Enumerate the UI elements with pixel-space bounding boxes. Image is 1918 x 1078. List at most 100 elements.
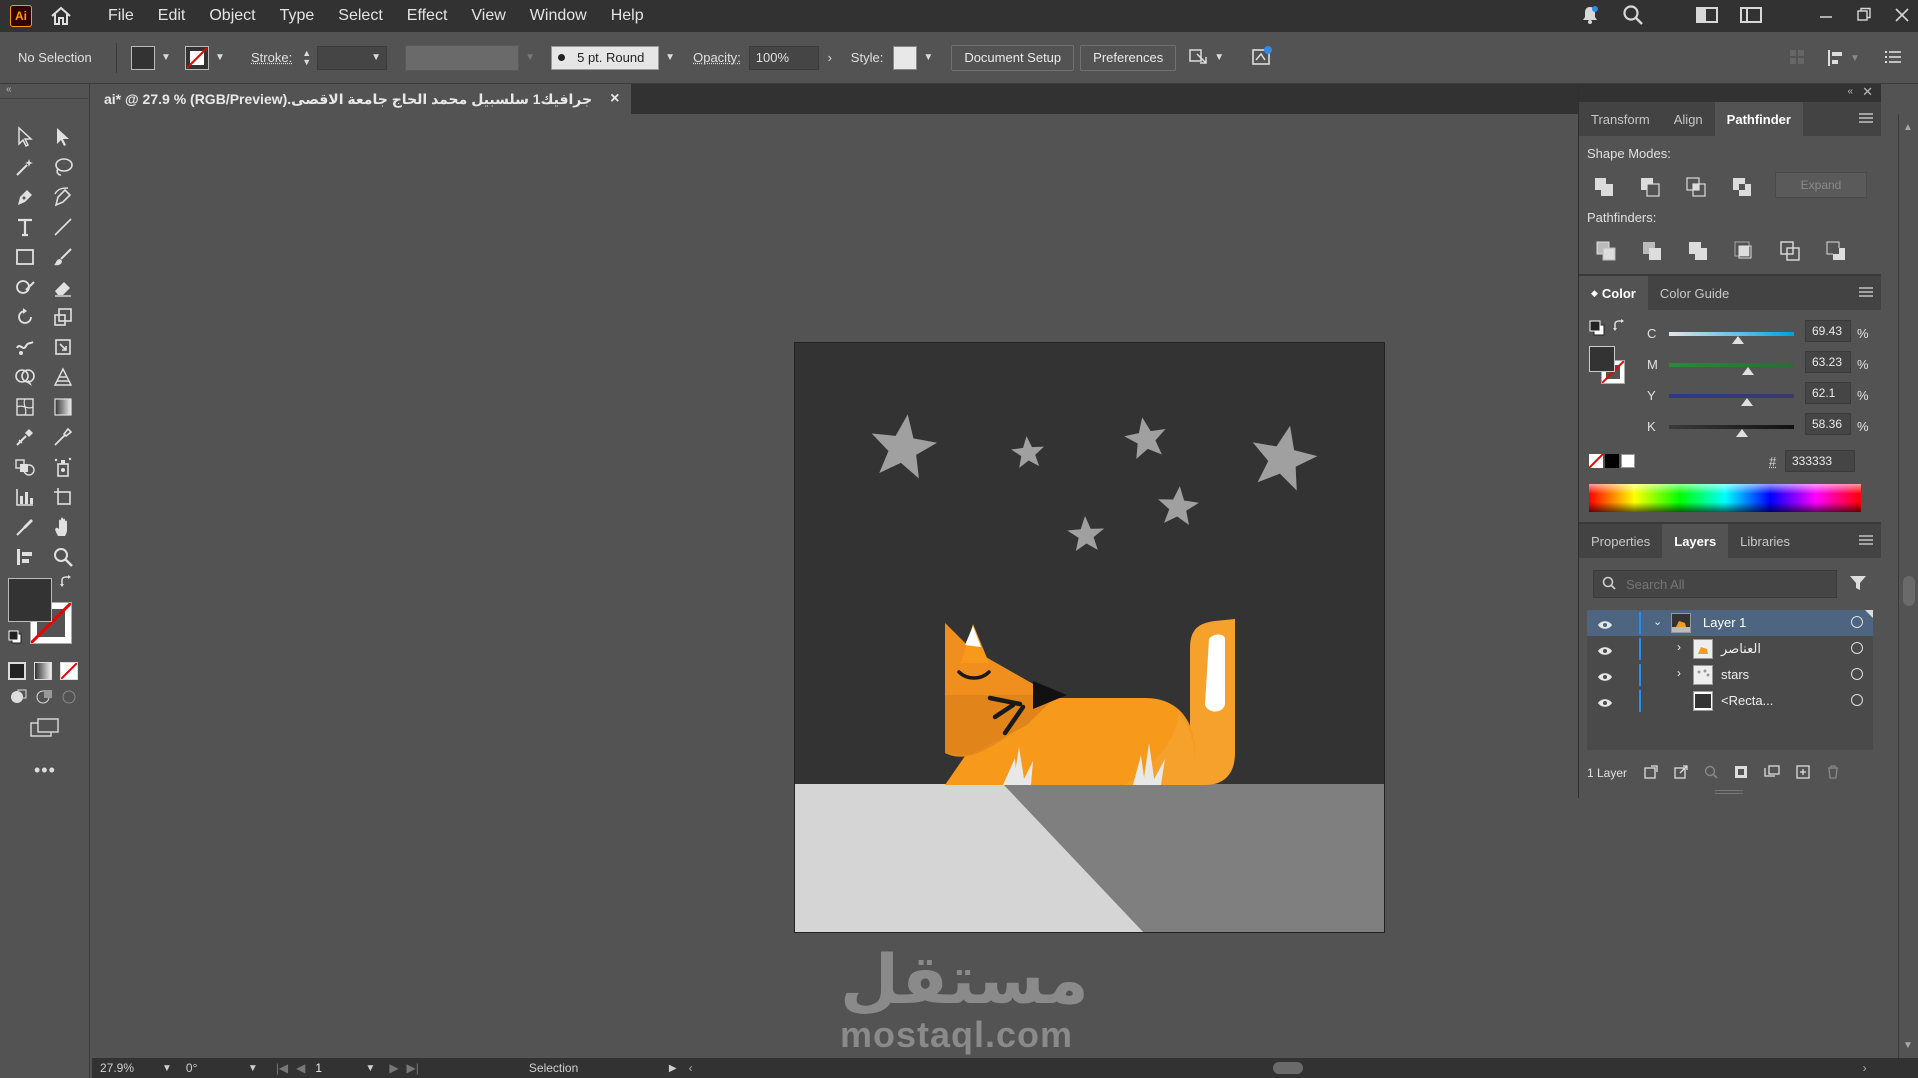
align-grid-icon[interactable] — [1788, 48, 1806, 69]
chevron-down-icon[interactable]: ▼ — [523, 51, 537, 65]
opacity-input[interactable]: 100% — [748, 45, 819, 70]
collapse-panel-icon[interactable]: « — [6, 84, 12, 95]
divide-icon[interactable] — [1595, 240, 1617, 262]
locate-object-icon[interactable] — [1673, 764, 1689, 783]
menu-help[interactable]: Help — [601, 3, 654, 29]
opacity-label[interactable]: Opacity: — [693, 50, 741, 65]
tab-layers[interactable]: Layers — [1662, 524, 1729, 558]
layers-search-input[interactable] — [1626, 576, 1826, 592]
menu-edit[interactable]: Edit — [148, 3, 196, 29]
exclude-icon[interactable] — [1731, 176, 1753, 198]
crop-icon[interactable] — [1733, 240, 1755, 262]
next-artboard-icon[interactable]: ▶ — [389, 1061, 398, 1075]
close-tab-icon[interactable]: × — [610, 90, 619, 108]
magenta-slider-thumb[interactable] — [1742, 367, 1755, 375]
tab-properties[interactable]: Properties — [1579, 524, 1662, 558]
stroke-stepper[interactable]: ▲ ▼ — [302, 48, 311, 67]
artboard-tool-icon[interactable] — [49, 484, 77, 510]
warp-tool-icon[interactable] — [11, 334, 39, 360]
eyedropper-tool-icon[interactable] — [11, 424, 39, 450]
artboard-number[interactable]: 1 — [315, 1061, 359, 1075]
pen-tool-icon[interactable] — [11, 184, 39, 210]
rectangle-tool-icon[interactable] — [11, 244, 39, 270]
zoom-tool-icon[interactable] — [49, 544, 77, 570]
chevron-down-icon[interactable]: ▼ — [248, 1063, 258, 1074]
search-icon[interactable] — [1622, 4, 1644, 29]
yellow-slider[interactable] — [1669, 394, 1794, 398]
visibility-eye-icon[interactable] — [1597, 670, 1613, 685]
draw-normal-icon[interactable] — [8, 688, 28, 709]
status-menu-icon[interactable]: ▶ — [669, 1063, 677, 1074]
visibility-eye-icon[interactable] — [1597, 618, 1613, 633]
arrange-icon[interactable] — [1188, 45, 1210, 70]
variable-width-profile[interactable] — [405, 44, 520, 71]
workspace-layout-icon[interactable] — [1696, 6, 1718, 27]
shaper-tool-icon[interactable] — [11, 274, 39, 300]
target-circle-icon[interactable] — [1851, 668, 1863, 680]
column-graph-tool-icon[interactable] — [11, 484, 39, 510]
none-swatch[interactable] — [1588, 453, 1604, 469]
type-tool-icon[interactable] — [11, 214, 39, 240]
free-transform-tool-icon[interactable] — [49, 334, 77, 360]
tab-transform[interactable]: Transform — [1579, 102, 1662, 136]
scale-tool-icon[interactable] — [49, 304, 77, 330]
tab-align[interactable]: Align — [1662, 102, 1715, 136]
curvature-tool-icon[interactable] — [49, 184, 77, 210]
panel-menu-icon[interactable] — [1859, 112, 1873, 124]
gradient-mode-icon[interactable] — [34, 662, 52, 680]
black-input[interactable]: 58.36 — [1805, 413, 1851, 435]
chevron-down-icon[interactable]: ▼ — [213, 51, 227, 65]
panel-menu-icon[interactable] — [1884, 48, 1902, 69]
layers-search[interactable] — [1593, 570, 1837, 598]
none-mode-icon[interactable] — [60, 662, 78, 680]
notification-bell-icon[interactable] — [1580, 5, 1600, 28]
chevron-down-icon[interactable]: ▼ — [159, 51, 173, 65]
yellow-input[interactable]: 62.1 — [1805, 382, 1851, 404]
hex-input[interactable]: 333333 — [1785, 450, 1855, 472]
arrange-documents-icon[interactable] — [1740, 6, 1762, 27]
draw-inside-icon[interactable] — [60, 688, 80, 709]
white-swatch[interactable] — [1621, 454, 1635, 468]
print-tiling-tool-icon[interactable] — [11, 544, 39, 570]
tab-libraries[interactable]: Libraries — [1728, 524, 1802, 558]
line-segment-tool-icon[interactable] — [49, 214, 77, 240]
filter-icon[interactable] — [1849, 574, 1867, 595]
delete-layer-icon[interactable] — [1825, 764, 1841, 783]
chevron-down-icon[interactable]: ⌄ — [1653, 615, 1662, 628]
layer-name[interactable]: stars — [1721, 667, 1749, 682]
magenta-input[interactable]: 63.23 — [1805, 351, 1851, 373]
scroll-thumb[interactable] — [1903, 576, 1915, 606]
screen-mode-icon[interactable] — [30, 718, 60, 741]
menu-view[interactable]: View — [461, 3, 515, 29]
tab-pathfinder[interactable]: Pathfinder — [1714, 102, 1803, 136]
zoom-level[interactable]: 27.9% — [100, 1061, 154, 1075]
cyan-input[interactable]: 69.43 — [1805, 320, 1851, 342]
menu-window[interactable]: Window — [520, 3, 597, 29]
chevron-right-icon[interactable]: › — [1677, 666, 1681, 680]
home-icon[interactable] — [48, 5, 74, 27]
menu-effect[interactable]: Effect — [397, 3, 458, 29]
layer-row[interactable]: › stars — [1587, 662, 1873, 688]
paintbrush-tool-icon[interactable] — [49, 244, 77, 270]
restore-window-icon[interactable] — [1856, 7, 1872, 26]
layer-row[interactable]: ⌄ Layer 1 — [1587, 610, 1873, 636]
chevron-right-icon[interactable]: › — [823, 50, 837, 65]
chevron-right-icon[interactable]: › — [1677, 640, 1681, 654]
visibility-eye-icon[interactable] — [1597, 644, 1613, 659]
tab-color[interactable]: ◆ Color — [1579, 276, 1648, 310]
layer-name[interactable]: <Recta... — [1721, 693, 1773, 708]
yellow-slider-thumb[interactable] — [1740, 398, 1753, 406]
panel-menu-icon[interactable] — [1859, 286, 1873, 298]
first-artboard-icon[interactable]: |◀ — [276, 1061, 288, 1075]
collect-for-export-icon[interactable] — [1643, 764, 1659, 783]
measure-tool-icon[interactable] — [49, 424, 77, 450]
menu-file[interactable]: File — [98, 3, 144, 29]
trim-icon[interactable] — [1641, 240, 1663, 262]
scroll-down-icon[interactable]: ▼ — [1903, 1040, 1913, 1051]
mesh-tool-icon[interactable] — [11, 394, 39, 420]
stroke-label[interactable]: Stroke: — [251, 50, 292, 65]
document-tab[interactable]: جرافيك1 سلسبيل محمد الحاج جامعة الاقصى.a… — [92, 84, 632, 114]
magic-wand-tool-icon[interactable] — [11, 154, 39, 180]
visibility-eye-icon[interactable] — [1597, 696, 1613, 711]
chevron-down-icon[interactable]: ▼ — [162, 1063, 172, 1074]
